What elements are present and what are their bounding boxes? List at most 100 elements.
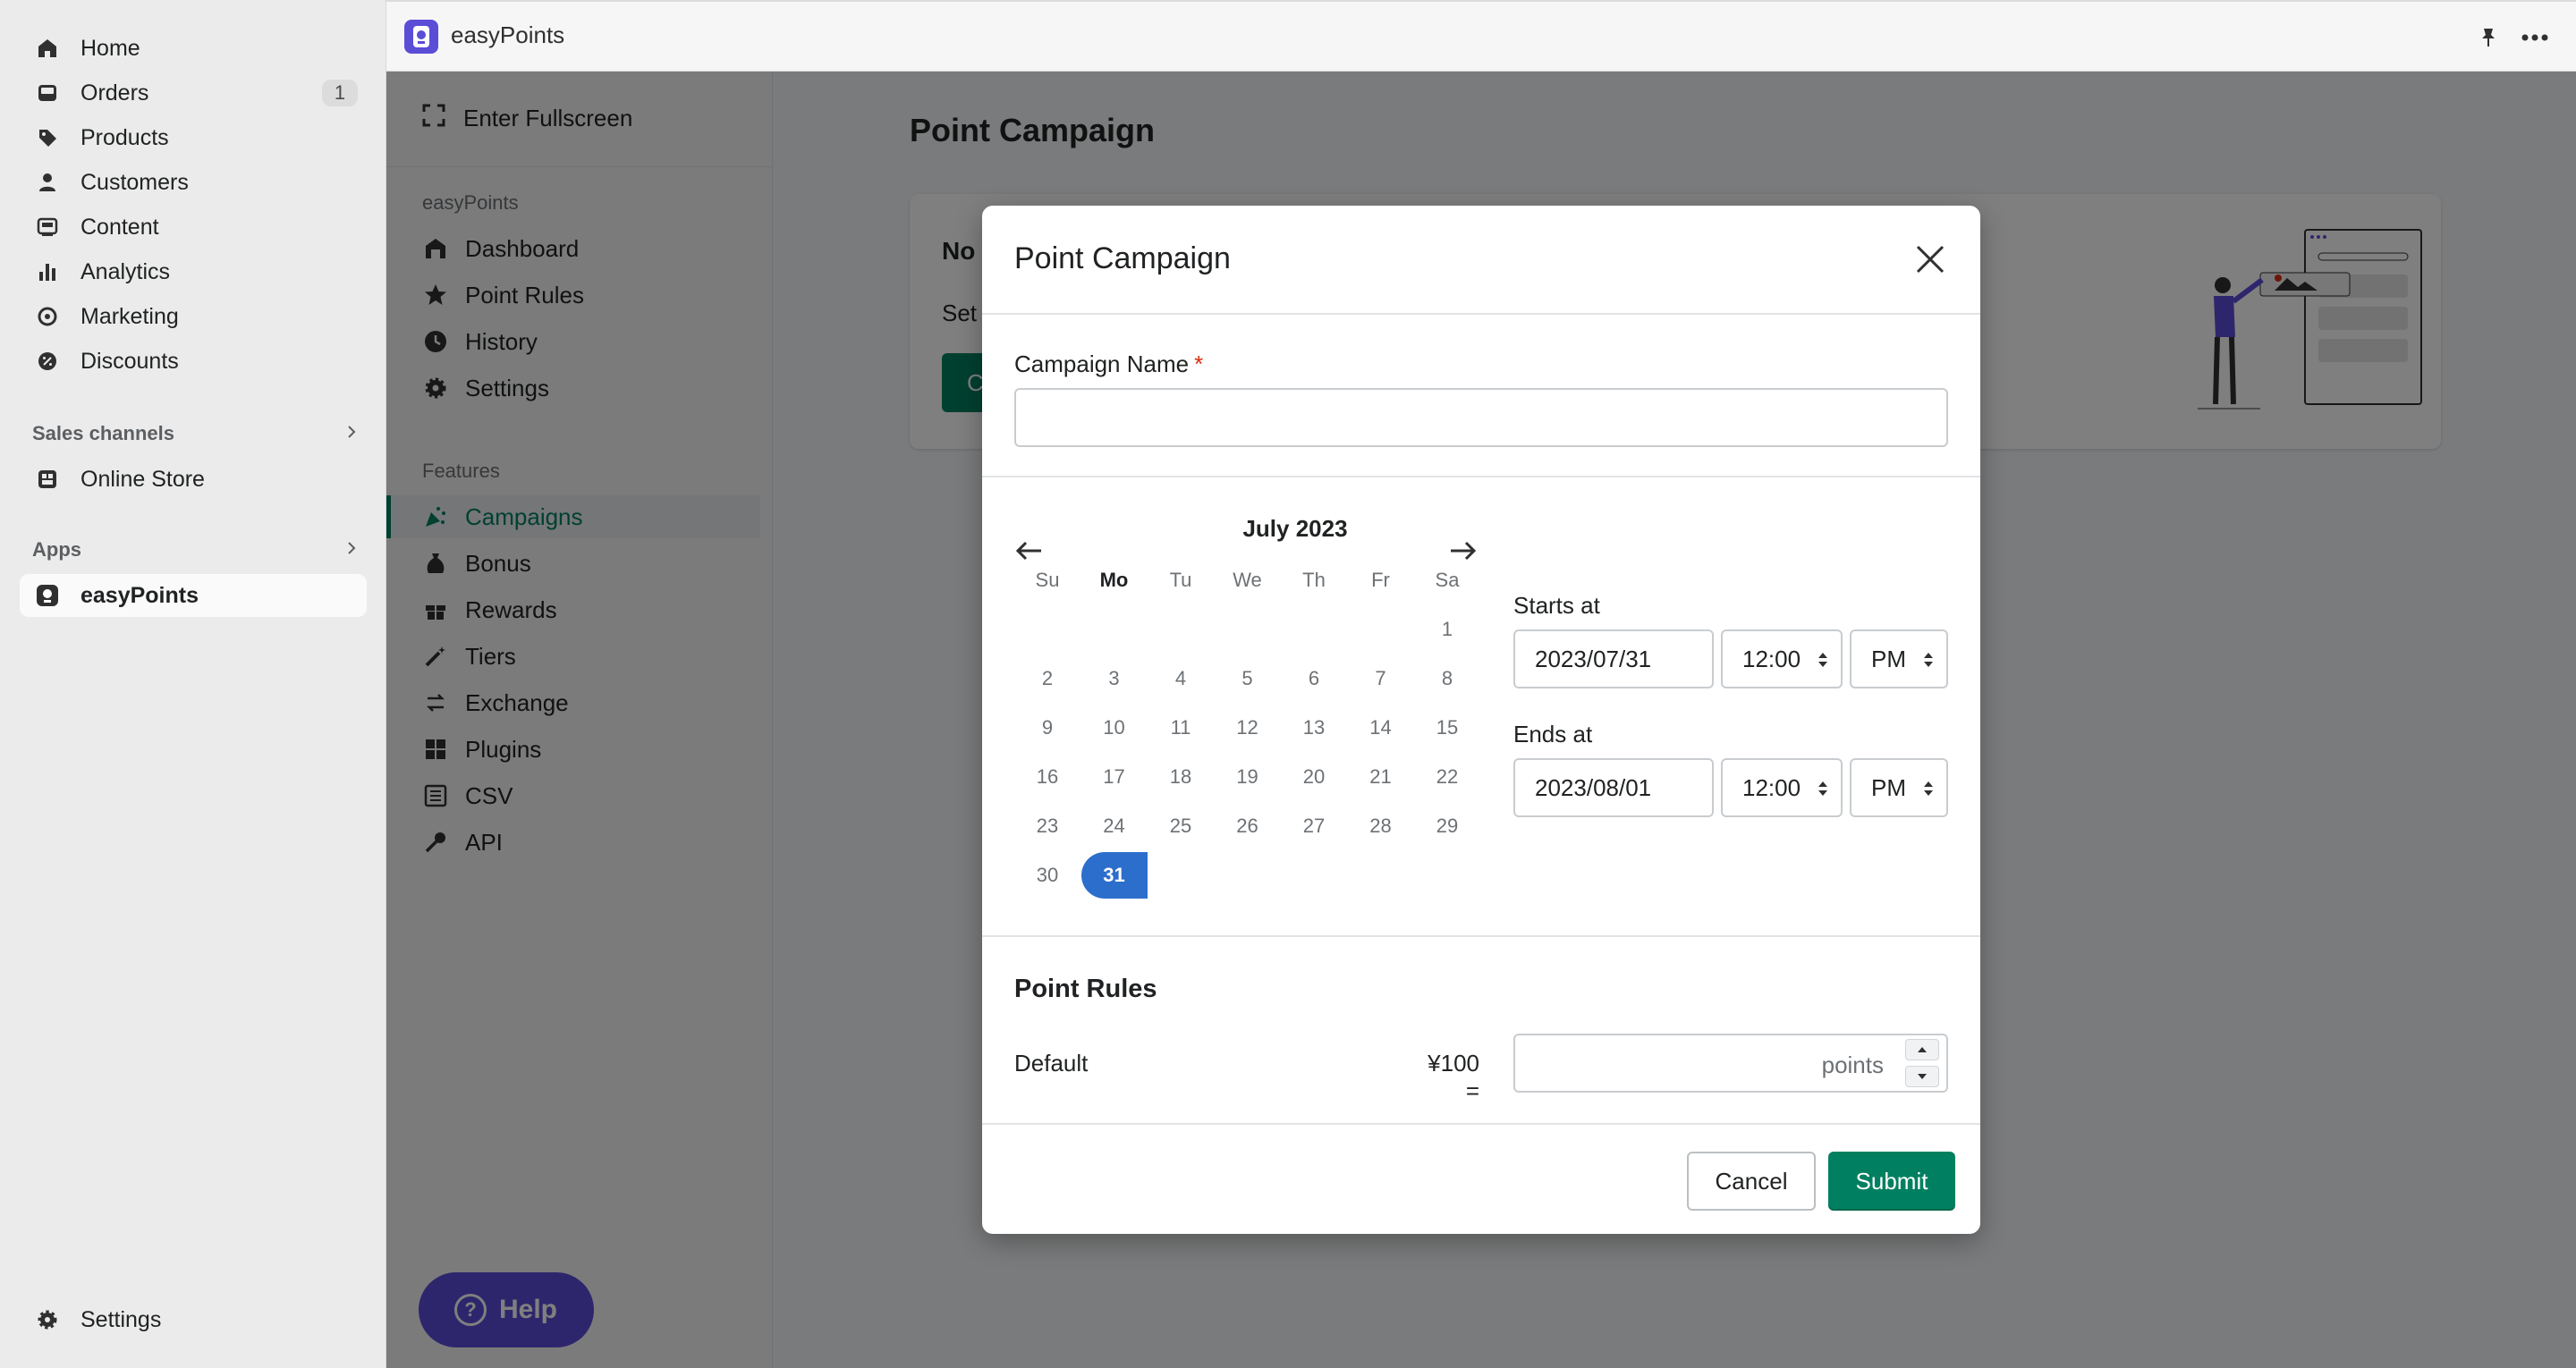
weekday-label: Sa [1435, 569, 1460, 591]
pin-icon[interactable] [2472, 21, 2504, 54]
calendar-day[interactable]: 17 [1081, 754, 1148, 800]
nav-item-marketing[interactable]: Marketing [20, 295, 367, 338]
calendar-day[interactable]: 4 [1148, 655, 1214, 702]
orders-count-badge: 1 [322, 80, 358, 106]
modal-footer: Cancel Submit [982, 1123, 1980, 1234]
calendar-day[interactable]: 9 [1014, 705, 1080, 751]
nav-item-discounts[interactable]: Discounts [20, 340, 367, 383]
calendar-day[interactable]: 24 [1081, 803, 1148, 849]
nav-item-label: Analytics [80, 258, 171, 284]
person-icon [34, 169, 61, 196]
calendar-day[interactable]: 22 [1414, 754, 1480, 800]
calendar-day[interactable]: 26 [1215, 803, 1281, 849]
calendar-day[interactable]: 1 [1414, 606, 1480, 653]
calendar-day[interactable]: 20 [1281, 754, 1347, 800]
nav-item-orders[interactable]: Orders 1 [20, 72, 367, 114]
calendar-day[interactable]: 28 [1348, 803, 1414, 849]
submit-button[interactable]: Submit [1828, 1152, 1955, 1211]
calendar-day[interactable]: 11 [1148, 705, 1214, 751]
weekday-label: We [1233, 569, 1262, 591]
store-icon [34, 466, 61, 493]
nav-item-content[interactable]: Content [20, 206, 367, 249]
weekday-label: Th [1302, 569, 1326, 591]
calendar-day[interactable]: 30 [1014, 852, 1080, 899]
calendar-day-selected[interactable]: 31 [1080, 852, 1148, 899]
nav-item-label: Marketing [80, 303, 179, 329]
orders-icon [34, 80, 61, 106]
discount-icon [34, 348, 61, 375]
campaign-name-input[interactable] [1014, 388, 1948, 447]
nav-item-online-store[interactable]: Online Store [20, 458, 367, 501]
starts-at-date-input[interactable]: 2023/07/31 [1513, 629, 1714, 688]
calendar-day[interactable]: 25 [1148, 803, 1214, 849]
starts-at-time-select[interactable]: 12:00 [1721, 629, 1843, 688]
calendar-day[interactable]: 13 [1281, 705, 1347, 751]
increment-arrow-icon[interactable] [1905, 1039, 1939, 1060]
point-campaign-modal: Point Campaign Campaign Name * July 2023 … [982, 206, 1980, 1234]
target-icon [34, 303, 61, 330]
cancel-button[interactable]: Cancel [1687, 1152, 1816, 1211]
close-icon[interactable] [1912, 241, 1948, 277]
calendar-day[interactable]: 14 [1348, 705, 1414, 751]
app-title: easyPoints [451, 21, 565, 48]
calendar-day[interactable]: 2 [1014, 655, 1080, 702]
calendar-day[interactable]: 18 [1148, 754, 1214, 800]
chevron-right-icon [345, 538, 358, 562]
weekday-label: Fr [1371, 569, 1390, 591]
shopify-admin-nav: Home Orders 1 Products Customers Content… [0, 0, 386, 1368]
ends-at-time-select[interactable]: 12:00 [1721, 758, 1843, 817]
gear-icon [34, 1306, 61, 1333]
required-mark: * [1194, 350, 1204, 377]
chevron-right-icon [345, 422, 358, 445]
calendar-day[interactable]: 7 [1348, 655, 1414, 702]
select-caret-icon [1818, 781, 1827, 796]
nav-item-label: Online Store [80, 466, 205, 492]
calendar-day[interactable]: 15 [1414, 705, 1480, 751]
more-options-icon[interactable] [2519, 21, 2551, 54]
nav-item-home[interactable]: Home [20, 27, 367, 70]
sales-channels-heading[interactable]: Sales channels [32, 422, 358, 445]
weekday-label: Tu [1169, 569, 1192, 591]
calendar-day[interactable]: 21 [1348, 754, 1414, 800]
default-rule-label: Default [1014, 1050, 1089, 1077]
select-caret-icon [1818, 653, 1827, 667]
select-caret-icon [1924, 653, 1933, 667]
calendar-day[interactable]: 19 [1215, 754, 1281, 800]
nav-item-settings[interactable]: Settings [20, 1298, 367, 1341]
ends-at-date-input[interactable]: 2023/08/01 [1513, 758, 1714, 817]
select-caret-icon [1924, 781, 1933, 796]
nav-item-label: Products [80, 124, 169, 150]
nav-item-analytics[interactable]: Analytics [20, 250, 367, 293]
calendar-day[interactable]: 10 [1081, 705, 1148, 751]
nav-item-label: Settings [80, 1306, 162, 1332]
calendar-day[interactable]: 16 [1014, 754, 1080, 800]
starts-at-ampm-select[interactable]: PM [1850, 629, 1948, 688]
calendar-day[interactable]: 23 [1014, 803, 1080, 849]
previous-month-arrow-icon[interactable] [1009, 535, 1048, 567]
nav-item-products[interactable]: Products [20, 116, 367, 159]
nav-item-label: Home [80, 35, 140, 61]
starts-at-label: Starts at [1513, 592, 1600, 619]
content-icon [34, 214, 61, 241]
decrement-arrow-icon[interactable] [1905, 1066, 1939, 1087]
calendar-day[interactable]: 6 [1281, 655, 1347, 702]
calendar-day[interactable]: 29 [1414, 803, 1480, 849]
nav-item-easypoints[interactable]: easyPoints [20, 574, 367, 617]
nav-item-customers[interactable]: Customers [20, 161, 367, 204]
nav-item-label: Discounts [80, 348, 179, 374]
calendar-day[interactable]: 27 [1281, 803, 1347, 849]
points-input[interactable]: points [1513, 1034, 1948, 1093]
calendar-day[interactable]: 3 [1081, 655, 1148, 702]
nav-item-label: Content [80, 214, 159, 240]
home-icon [34, 35, 61, 62]
ends-at-ampm-select[interactable]: PM [1850, 758, 1948, 817]
nav-item-label: Orders [80, 80, 149, 106]
calendar-day[interactable]: 8 [1414, 655, 1480, 702]
next-month-arrow-icon[interactable] [1444, 535, 1483, 567]
apps-heading[interactable]: Apps [32, 538, 358, 562]
section-divider [982, 935, 1980, 937]
point-rules-title: Point Rules [1014, 975, 1157, 1003]
calendar-day[interactable]: 5 [1215, 655, 1281, 702]
campaign-name-label: Campaign Name * [1014, 350, 1204, 377]
calendar-day[interactable]: 12 [1215, 705, 1281, 751]
